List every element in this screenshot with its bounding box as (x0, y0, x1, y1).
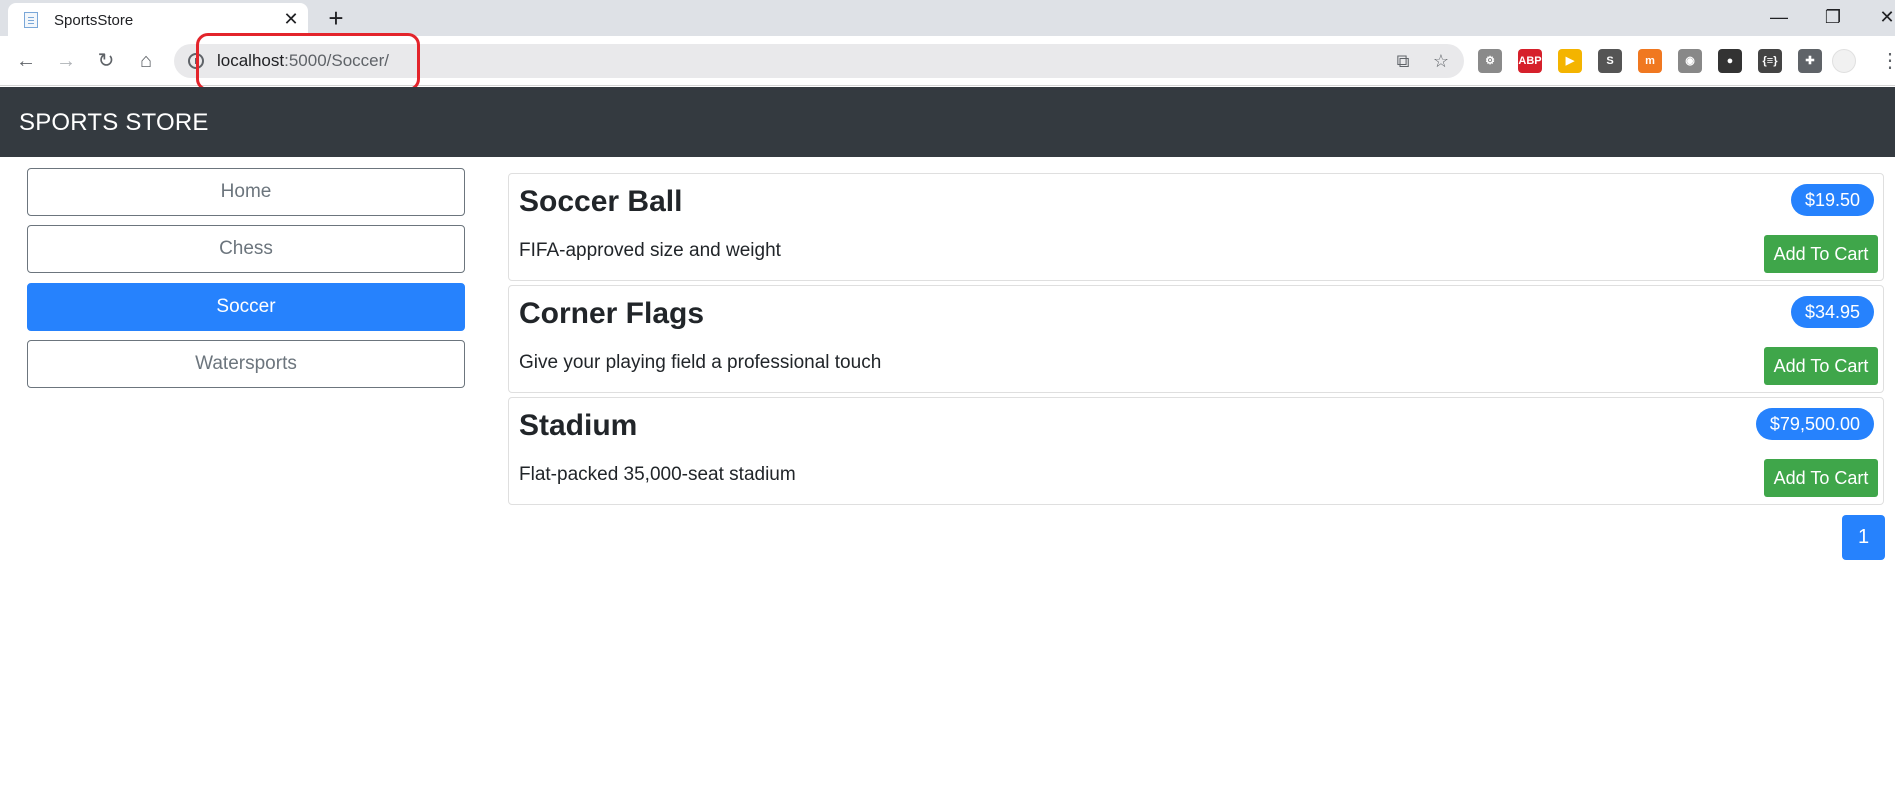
category-home-button[interactable]: Home (27, 168, 465, 216)
product-description: Give your playing field a professional t… (519, 352, 882, 373)
address-bar[interactable]: localhost:5000/Soccer/ ⧉ ☆ (174, 44, 1464, 78)
product-card: Soccer Ball $19.50 FIFA-approved size an… (508, 173, 1884, 281)
product-name: Soccer Ball (519, 185, 683, 218)
browser-tab[interactable]: SportsStore ✕ (8, 3, 308, 36)
s-extension-icon[interactable]: S (1598, 49, 1622, 73)
settings-gear-extension-icon[interactable]: ⚙ (1478, 49, 1502, 73)
close-window-button[interactable]: ✕ (1872, 4, 1895, 30)
forward-arrow-icon[interactable]: → (53, 48, 79, 74)
product-card: Stadium $79,500.00 Flat-packed 35,000-se… (508, 397, 1884, 505)
wifi-extension-icon[interactable]: ◉ (1678, 49, 1702, 73)
puzzle-extension-icon[interactable]: ✚ (1798, 49, 1822, 73)
site-navbar: SPORTS STORE (0, 87, 1895, 157)
brand-title[interactable]: SPORTS STORE (19, 109, 209, 137)
add-to-cart-button[interactable]: Add To Cart (1764, 459, 1878, 497)
pagination-page-button[interactable]: 1 (1842, 515, 1885, 560)
bookmark-star-icon[interactable]: ☆ (1430, 50, 1452, 72)
price-badge: $34.95 (1790, 296, 1874, 328)
url-text[interactable]: localhost:5000/Soccer/ (217, 51, 389, 71)
url-host: localhost (217, 51, 285, 70)
play-extension-icon[interactable]: ▶ (1558, 49, 1582, 73)
adblock-plus-extension-icon[interactable]: ABP (1518, 49, 1542, 73)
add-to-cart-button[interactable]: Add To Cart (1764, 347, 1878, 385)
minimize-button[interactable]: — (1764, 4, 1794, 30)
browser-menu-icon[interactable]: ⋮ (1880, 48, 1895, 74)
restore-button[interactable]: ❐ (1818, 4, 1848, 30)
category-soccer-button[interactable]: Soccer (27, 283, 465, 331)
url-path: :5000/Soccer/ (284, 51, 390, 70)
m-extension-icon[interactable]: m (1638, 49, 1662, 73)
reload-icon[interactable]: ↻ (93, 48, 119, 74)
product-description: FIFA-approved size and weight (519, 240, 781, 261)
tab-title: SportsStore (54, 12, 134, 29)
product-name: Stadium (519, 409, 638, 442)
price-badge: $79,500.00 (1755, 408, 1874, 440)
back-arrow-icon[interactable]: ← (13, 48, 39, 74)
translate-icon[interactable]: ⧉ (1392, 50, 1414, 72)
browser-tabstrip: SportsStore ✕ + — ❐ ✕ (0, 0, 1895, 36)
balls-extension-icon[interactable]: ● (1718, 49, 1742, 73)
product-name: Corner Flags (519, 297, 705, 330)
category-chess-button[interactable]: Chess (27, 225, 465, 273)
new-tab-button[interactable]: + (320, 4, 352, 34)
profile-avatar[interactable] (1832, 49, 1856, 73)
product-card: Corner Flags $34.95 Give your playing fi… (508, 285, 1884, 393)
home-icon[interactable]: ⌂ (133, 48, 159, 74)
page-favicon-icon (24, 12, 38, 28)
site-info-icon[interactable] (188, 53, 204, 69)
tab-close-icon[interactable]: ✕ (281, 9, 301, 29)
category-watersports-button[interactable]: Watersports (27, 340, 465, 388)
json-extension-icon[interactable]: {≡} (1758, 49, 1782, 73)
add-to-cart-button[interactable]: Add To Cart (1764, 235, 1878, 273)
browser-toolbar: ← → ↻ ⌂ localhost:5000/Soccer/ ⧉ ☆ ⚙ ABP ▶… (0, 36, 1895, 86)
price-badge: $19.50 (1790, 184, 1874, 216)
product-description: Flat-packed 35,000-seat stadium (519, 464, 796, 485)
